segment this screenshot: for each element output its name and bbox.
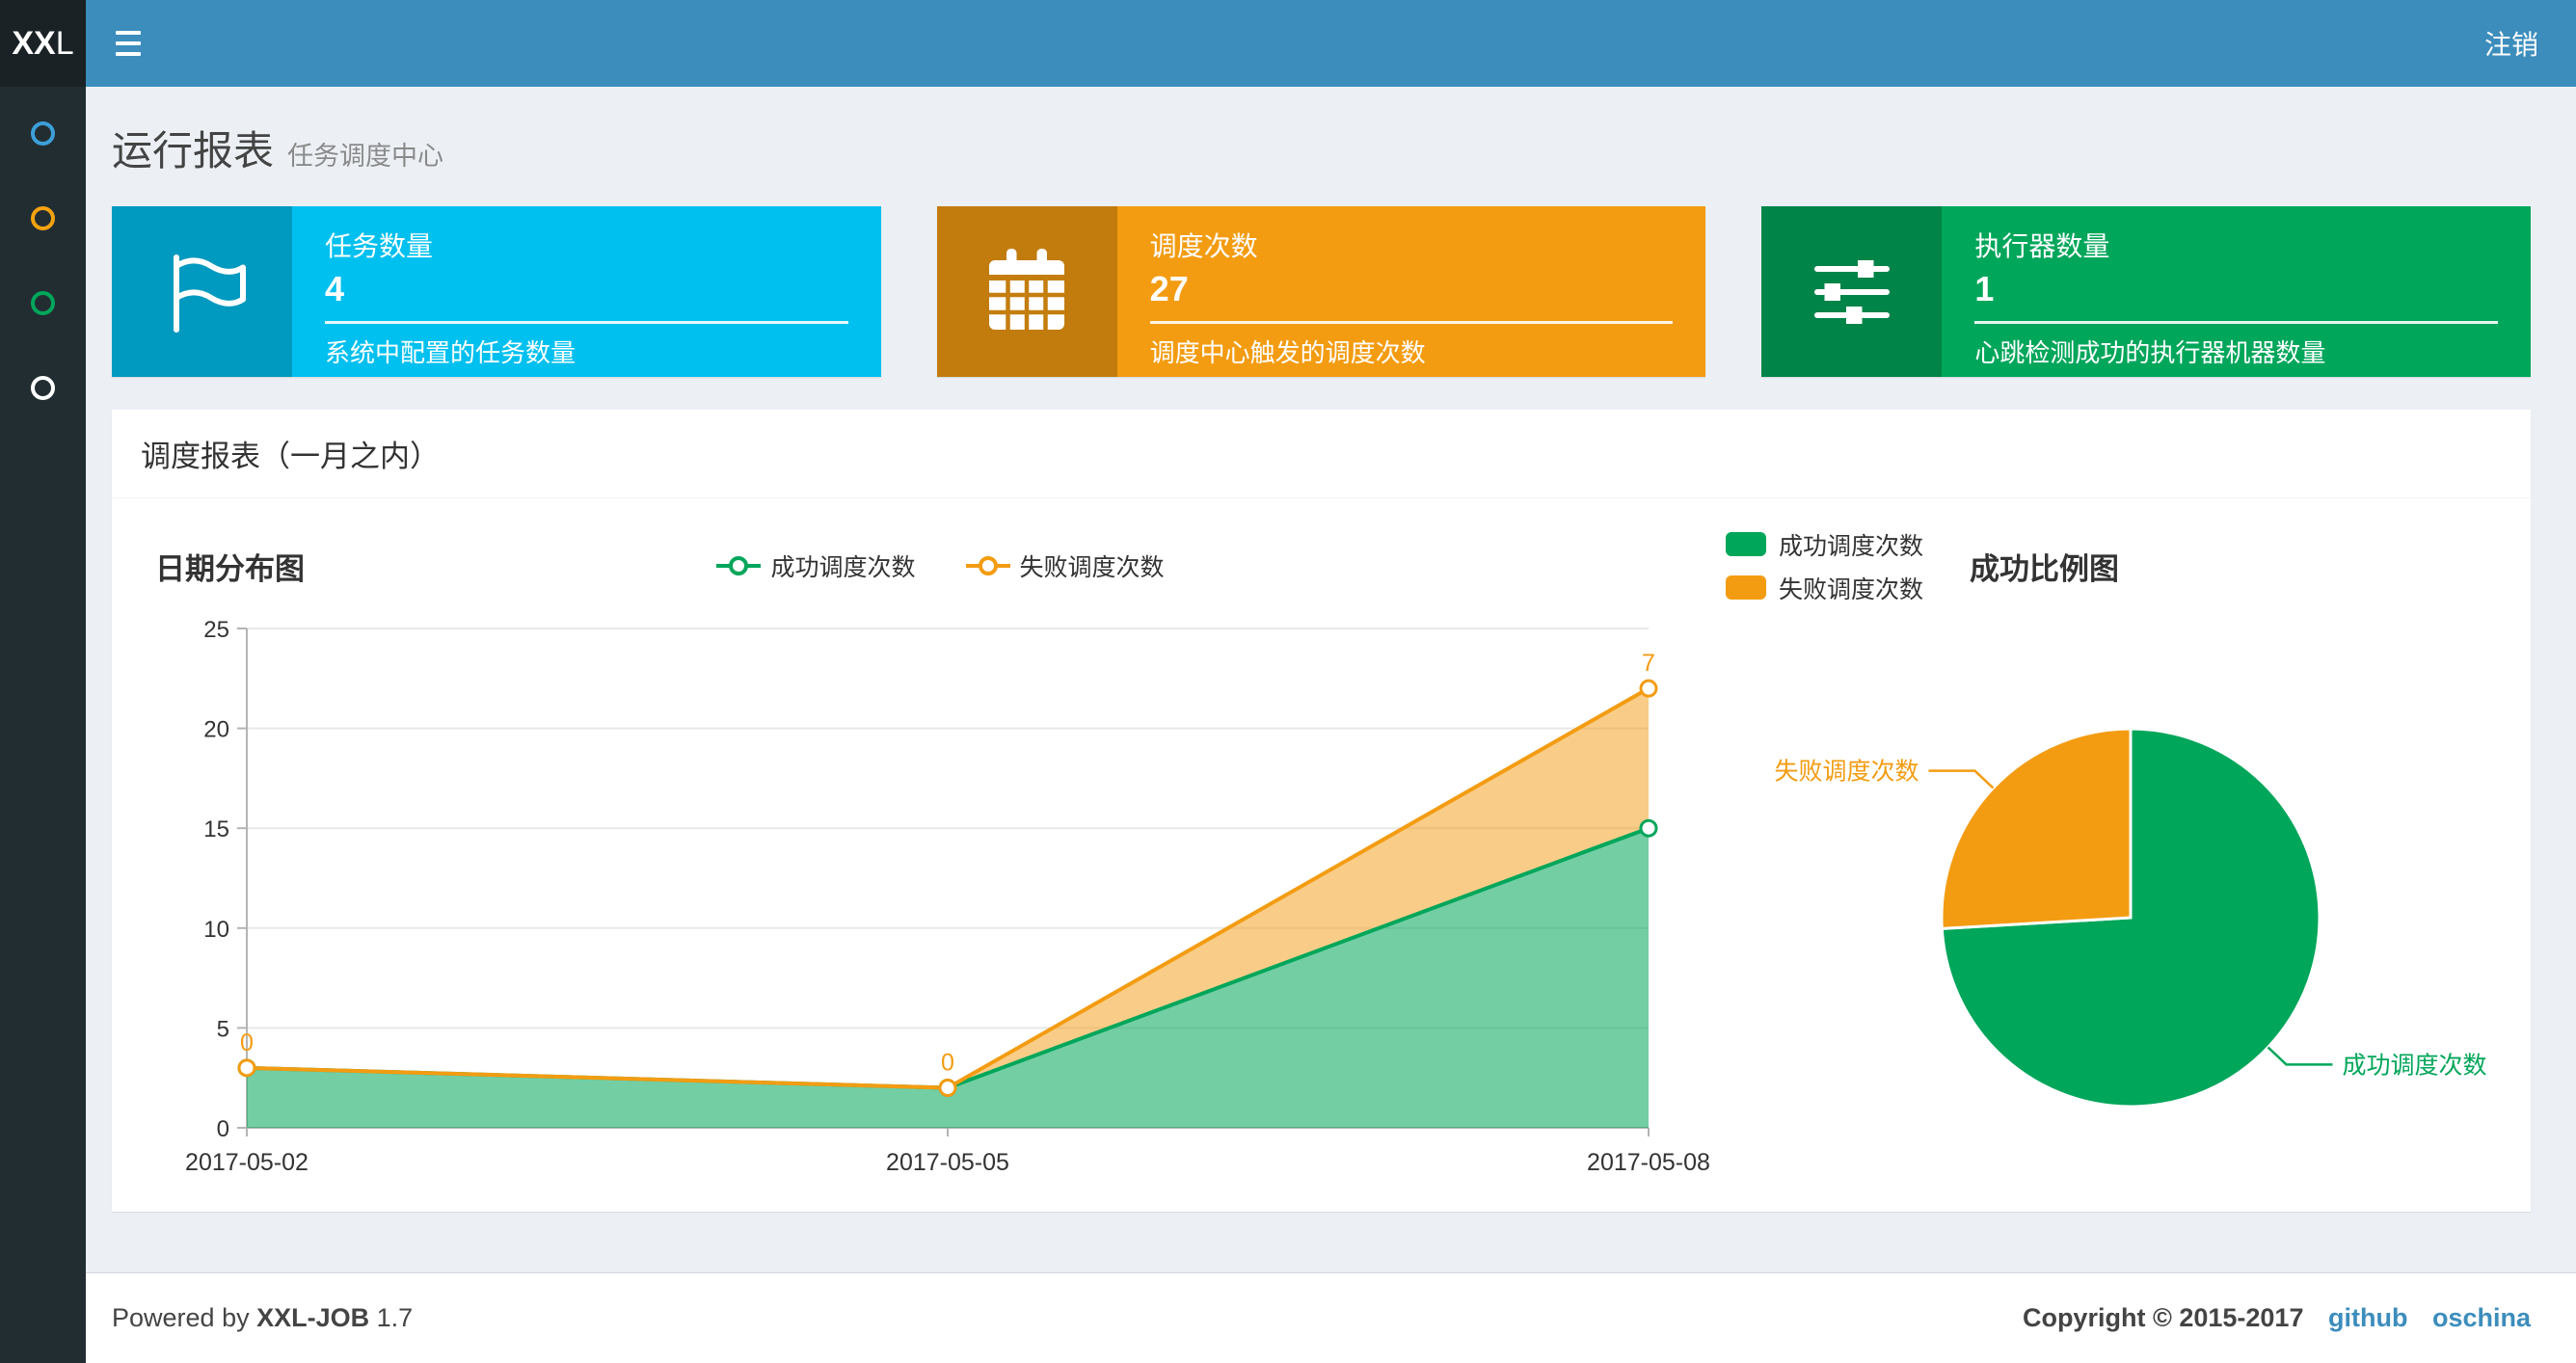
info-box-content: 任务数量 4 系统中配置的任务数量 <box>292 206 881 377</box>
info-box-content: 执行器数量 1 心跳检测成功的执行器机器数量 <box>1942 206 2531 377</box>
calendar-icon <box>936 206 1117 377</box>
line-chart-header: 日期分布图 成功调度次数 失败调度次数 <box>155 532 1726 600</box>
powered-by: Powered by XXL-JOB 1.7 <box>112 1303 414 1332</box>
line-chart-legend: 成功调度次数 失败调度次数 <box>155 548 1726 583</box>
pie-chart-legend: 成功调度次数 失败调度次数 <box>1726 527 1923 605</box>
info-box-content: 调度次数 27 调度中心触发的调度次数 <box>1117 206 1706 377</box>
swatch-icon <box>1726 532 1766 556</box>
brand-name: XXL-JOB <box>256 1303 370 1332</box>
app-logo[interactable]: XX L <box>0 0 86 87</box>
divider <box>1149 321 1674 324</box>
oschina-link[interactable]: oschina <box>2432 1303 2531 1332</box>
footer: Powered by XXL-JOB 1.7 Copyright © 2015-… <box>86 1272 2576 1363</box>
legend-label: 失败调度次数 <box>1019 554 1165 581</box>
info-box-triggers: 调度次数 27 调度中心触发的调度次数 <box>936 206 1706 377</box>
info-box-desc: 心跳检测成功的执行器机器数量 <box>1974 338 2326 367</box>
xxl-job-dashboard: XX L 注销 运行报表 任务调度中心 任务数量 4 系统中配置的任务数量 调度… <box>0 0 2576 1363</box>
svg-text:2017-05-02: 2017-05-02 <box>185 1149 309 1176</box>
line-marker-icon <box>716 553 762 578</box>
panel-body: 日期分布图 成功调度次数 失败调度次数 0 5 10 15 20 25 2017… <box>112 498 2531 1212</box>
top-navbar: XX L 注销 <box>0 0 2576 87</box>
main-area: 运行报表 任务调度中心 任务数量 4 系统中配置的任务数量 调度次数 27 调度… <box>0 87 2576 1363</box>
circle-icon <box>31 121 55 146</box>
navbar-right: 注销 <box>2484 0 2576 87</box>
svg-text:失败调度次数: 失败调度次数 <box>1775 759 1919 786</box>
sidebar-item-dashboard[interactable] <box>0 121 86 146</box>
svg-text:成功调度次数: 成功调度次数 <box>2342 1052 2486 1079</box>
flag-icon <box>112 206 292 377</box>
content-column: 运行报表 任务调度中心 任务数量 4 系统中配置的任务数量 调度次数 27 调度… <box>86 87 2576 1363</box>
legend-label: 成功调度次数 <box>770 554 916 581</box>
swatch-icon <box>1726 575 1766 600</box>
legend-item-success[interactable]: 成功调度次数 <box>1726 527 1923 562</box>
sidebar-item-logs[interactable] <box>0 291 86 315</box>
svg-text:2017-05-05: 2017-05-05 <box>886 1149 1009 1176</box>
line-marker-icon <box>965 553 1010 578</box>
page-subtitle: 任务调度中心 <box>287 142 444 171</box>
sidebar-item-help[interactable] <box>0 376 86 400</box>
date-distribution-chart: 日期分布图 成功调度次数 失败调度次数 0 5 10 15 20 25 2017… <box>155 532 1726 1178</box>
logout-link[interactable]: 注销 <box>2484 24 2538 63</box>
svg-text:20: 20 <box>203 717 229 743</box>
content-header: 运行报表 任务调度中心 <box>112 87 2531 177</box>
github-link[interactable]: github <box>2328 1303 2407 1332</box>
svg-text:0: 0 <box>941 1050 954 1077</box>
divider <box>1974 321 2499 324</box>
success-ratio-chart: 成功调度次数 失败调度次数 成功比例图 成功调度次数 失败调度次数 <box>1726 532 2487 1178</box>
line-area-chart-canvas: 05101520252017-05-02 2017-05-05 2017-05-08… <box>185 617 1710 1176</box>
info-box-value: 4 <box>325 269 345 308</box>
content: 运行报表 任务调度中心 任务数量 4 系统中配置的任务数量 调度次数 27 调度… <box>86 87 2576 1272</box>
info-box-label: 调度次数 <box>1149 231 1258 261</box>
info-boxes-row: 任务数量 4 系统中配置的任务数量 调度次数 27 调度中心触发的调度次数 执行… <box>112 206 2532 377</box>
logo-text-bold: XX <box>12 24 56 62</box>
pie-chart-header: 成功调度次数 失败调度次数 成功比例图 <box>1726 532 2487 603</box>
sidebar-toggle-button[interactable] <box>86 0 171 87</box>
svg-text:25: 25 <box>203 617 229 643</box>
svg-text:2017-05-08: 2017-05-08 <box>1587 1149 1710 1176</box>
panel-title: 调度报表（一月之内） <box>112 410 2531 498</box>
info-box-desc: 系统中配置的任务数量 <box>325 338 577 367</box>
legend-label: 失败调度次数 <box>1779 575 1924 603</box>
version: 1.7 <box>376 1303 414 1332</box>
copyright: Copyright © 2015-2017 github oschina <box>2022 1303 2531 1332</box>
hamburger-icon <box>116 31 141 35</box>
svg-text:15: 15 <box>203 816 229 842</box>
info-box-desc: 调度中心触发的调度次数 <box>1149 338 1426 367</box>
info-box-value: 27 <box>1149 269 1189 308</box>
legend-item-fail[interactable]: 失败调度次数 <box>965 548 1165 583</box>
divider <box>325 321 848 324</box>
circle-icon <box>31 376 55 400</box>
svg-text:7: 7 <box>1642 650 1655 677</box>
svg-text:10: 10 <box>203 917 229 943</box>
legend-item-success[interactable]: 成功调度次数 <box>716 548 916 583</box>
pie-chart-canvas: 成功调度次数 失败调度次数 <box>1775 727 2486 1109</box>
info-box-executors: 执行器数量 1 心跳检测成功的执行器机器数量 <box>1761 206 2532 377</box>
legend-item-fail[interactable]: 失败调度次数 <box>1726 571 1923 605</box>
info-box-value: 1 <box>1974 269 1995 308</box>
svg-text:0: 0 <box>240 1029 254 1056</box>
svg-text:5: 5 <box>217 1016 229 1042</box>
sidebar <box>0 87 86 1363</box>
svg-text:0: 0 <box>217 1116 229 1142</box>
report-panel: 调度报表（一月之内） 日期分布图 成功调度次数 失败调度次数 0 5 10 15… <box>112 410 2531 1212</box>
info-box-jobs: 任务数量 4 系统中配置的任务数量 <box>112 206 881 377</box>
pie-chart-title: 成功比例图 <box>1970 551 2120 586</box>
legend-label: 成功调度次数 <box>1779 532 1924 560</box>
logo-text-light: L <box>55 24 74 62</box>
sidebar-item-jobs[interactable] <box>0 206 86 230</box>
page-title: 运行报表 任务调度中心 <box>112 128 444 174</box>
sliders-icon <box>1761 206 1943 377</box>
circle-icon <box>31 206 55 230</box>
info-box-label: 任务数量 <box>325 231 434 261</box>
circle-icon <box>31 291 55 315</box>
info-box-label: 执行器数量 <box>1974 231 2110 261</box>
